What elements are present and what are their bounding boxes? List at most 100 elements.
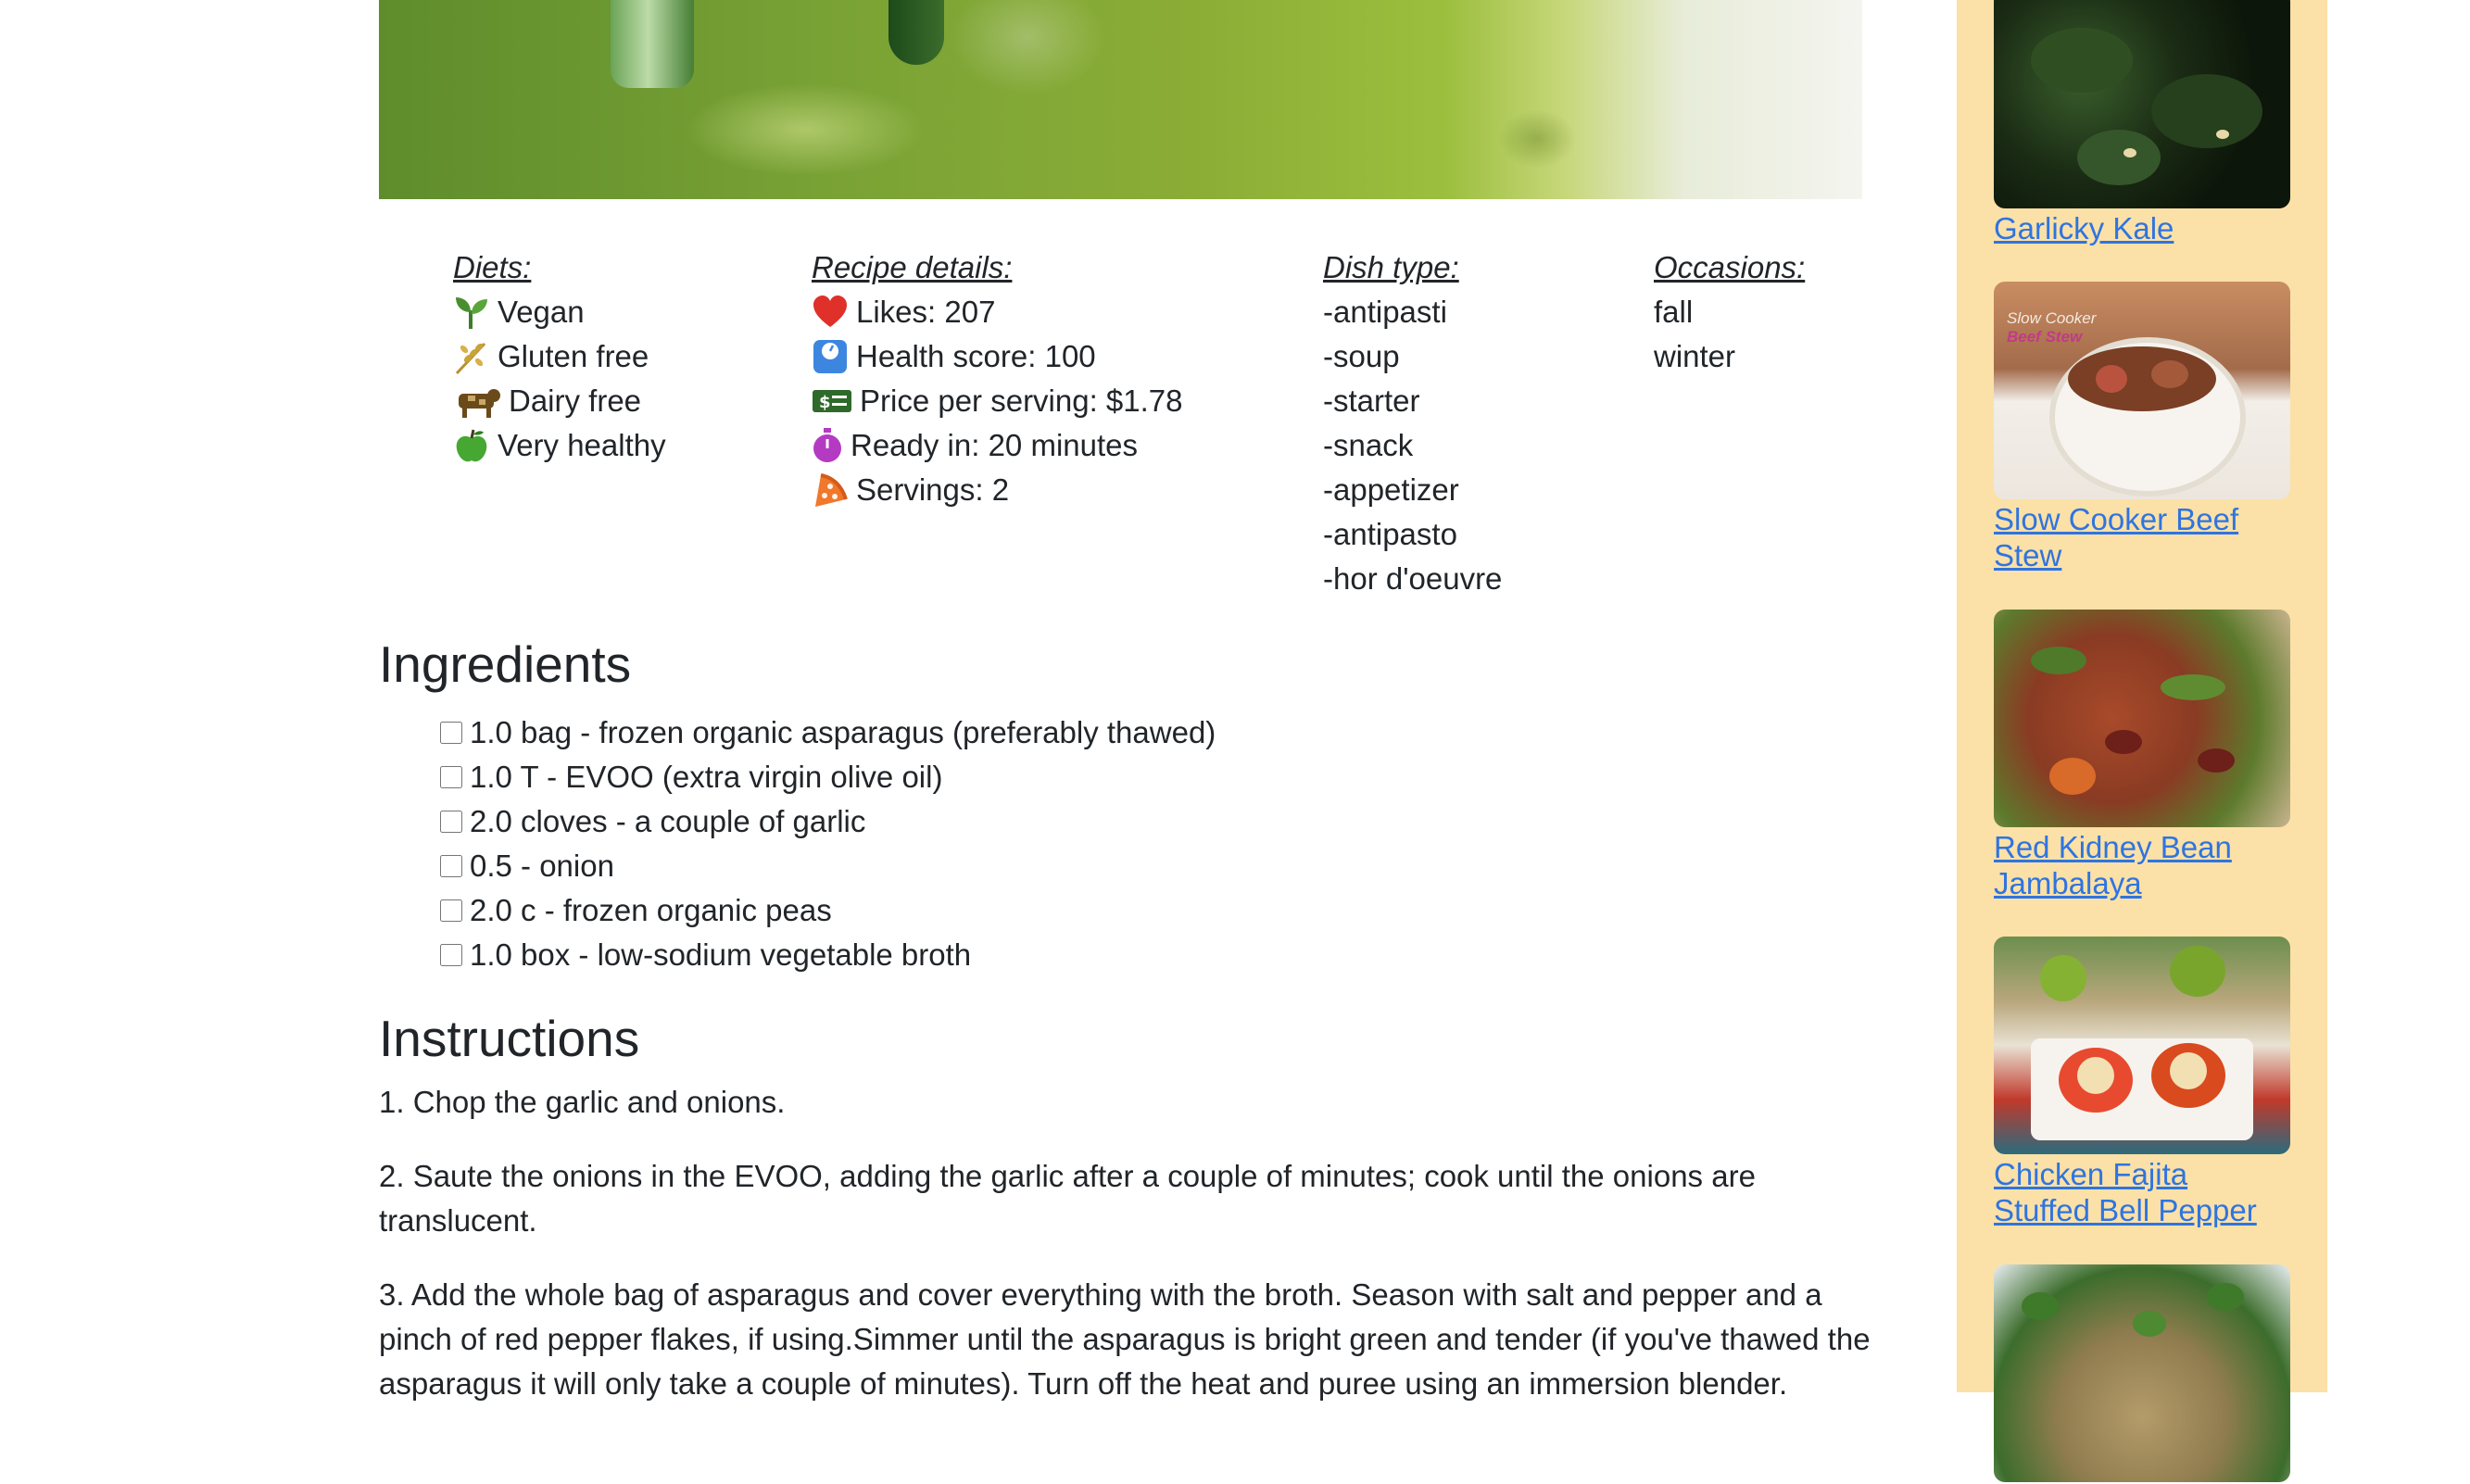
ingredient-label: 2.0 cloves - a couple of garlic (470, 804, 866, 838)
diet-very-healthy: Very healthy (453, 423, 666, 468)
detail-price: $ Price per serving: $1.78 (812, 379, 1183, 423)
detail-likes: Likes: 207 (812, 290, 1183, 334)
cheese (2077, 1057, 2114, 1094)
garlic-slice (2216, 130, 2229, 139)
ingredient-label: 0.5 - onion (470, 849, 614, 883)
thumbnail-caption: Slow Cooker Beef Stew (2007, 309, 2096, 346)
detail-label: Health score: 100 (856, 339, 1096, 373)
recipe-thumbnail[interactable] (1994, 1264, 2290, 1482)
kidney-bean (2105, 730, 2142, 754)
wheat-icon (453, 338, 490, 375)
ingredients-list: 1.0 bag - frozen organic asparagus (pref… (440, 711, 1216, 977)
seedling-icon (453, 294, 490, 331)
dish-type-item: -soup (1323, 339, 1400, 373)
detail-label: Servings: 2 (856, 472, 1010, 507)
heart-icon (812, 294, 849, 331)
scale-icon (812, 338, 849, 375)
kale-leaf (2077, 130, 2161, 185)
ingredient-item[interactable]: 2.0 c - frozen organic peas (440, 888, 1216, 933)
ingredient-item[interactable]: 1.0 box - low-sodium vegetable broth (440, 933, 1216, 977)
instruction-step: 2. Saute the onions in the EVOO, adding … (379, 1159, 1756, 1238)
related-recipe-card: Slow Cooker Beef Stew Slow Cooker Beef S… (1994, 282, 2290, 573)
detail-label: Price per serving: $1.78 (860, 384, 1183, 418)
ingredient-checkbox[interactable] (440, 811, 462, 833)
diet-label: Vegan (498, 295, 585, 329)
recipe-thumbnail[interactable]: Slow Cooker Beef Stew (1994, 282, 2290, 499)
ingredient-checkbox[interactable] (440, 766, 462, 788)
instructions-heading: Instructions (379, 1010, 640, 1067)
ingredient-label: 1.0 bag - frozen organic asparagus (pref… (470, 715, 1216, 749)
carrot (2049, 758, 2096, 795)
money-icon: $ (812, 383, 852, 420)
recipe-details-section: Recipe details: Likes: 207 Health score:… (812, 245, 1183, 512)
recipe-thumbnail[interactable] (1994, 937, 2290, 1154)
detail-servings: Servings: 2 (812, 468, 1183, 512)
potato (2096, 365, 2127, 393)
diet-dairy-free: Dairy free (453, 379, 666, 423)
dish-type-item: -appetizer (1323, 472, 1459, 507)
kidney-bean (2198, 748, 2235, 773)
ingredient-label: 1.0 box - low-sodium vegetable broth (470, 937, 972, 972)
related-recipes-sidebar: Garlicky Kale Slow Cooker Beef Stew Slow… (1957, 0, 2327, 1482)
diets-title: Diets: (453, 250, 532, 284)
svg-text:$: $ (819, 393, 831, 412)
thumbnail-caption-line: Slow Cooker (2007, 309, 2097, 327)
dish-type-item: -antipasto (1323, 517, 1457, 551)
related-recipe-card: Garlicky Kale (1994, 0, 2290, 246)
related-recipe-link[interactable]: Red Kidney Bean Jambalaya (1994, 829, 2290, 901)
recipe-thumbnail[interactable] (1994, 0, 2290, 208)
dish-type-section: Dish type: -antipasti -soup -starter -sn… (1323, 245, 1502, 601)
detail-ready-in: Ready in: 20 minutes (812, 423, 1183, 468)
kale-leaf (2031, 28, 2133, 93)
occasion-item: winter (1654, 339, 1736, 373)
ingredient-item[interactable]: 2.0 cloves - a couple of garlic (440, 799, 1216, 844)
cow-icon (453, 383, 501, 420)
thumbnail-caption-line: Beef Stew (2007, 328, 2083, 346)
diet-label: Dairy free (509, 384, 642, 418)
related-recipe-link[interactable]: Slow Cooker Beef Stew (1994, 501, 2290, 573)
ingredients-heading: Ingredients (379, 635, 632, 693)
dish-type-title: Dish type: (1323, 250, 1459, 284)
dish-type-item: -antipasti (1323, 295, 1447, 329)
stew (2068, 346, 2216, 411)
cheese (2170, 1052, 2207, 1089)
kale-leaf (2151, 74, 2262, 148)
pizza-slice-icon (812, 472, 849, 509)
green-bean (2161, 674, 2225, 700)
ingredient-checkbox[interactable] (440, 944, 462, 966)
recipe-details-title: Recipe details: (812, 250, 1013, 284)
related-recipe-card (1994, 1264, 2290, 1484)
recipe-thumbnail[interactable] (1994, 610, 2290, 827)
stopwatch-icon (812, 427, 843, 464)
lime (2170, 946, 2225, 997)
asparagus-garnish (611, 0, 694, 88)
pea (2133, 1311, 2166, 1337)
related-recipe-link[interactable]: Chicken Fajita Stuffed Bell Pepper (1994, 1156, 2290, 1228)
occasion-item: fall (1654, 295, 1694, 329)
occasions-title: Occasions: (1654, 250, 1806, 284)
diet-label: Very healthy (498, 428, 666, 462)
ingredient-item[interactable]: 1.0 T - EVOO (extra virgin olive oil) (440, 755, 1216, 799)
ingredient-checkbox[interactable] (440, 722, 462, 744)
dish-type-item: -snack (1323, 428, 1414, 462)
beef (2151, 360, 2188, 388)
lime (2040, 955, 2086, 1001)
ingredient-checkbox[interactable] (440, 899, 462, 922)
instructions-list: 1. Chop the garlic and onions. 2. Saute … (379, 1080, 1880, 1436)
ingredient-checkbox[interactable] (440, 855, 462, 877)
occasions-section: Occasions: fall winter (1654, 245, 1805, 379)
pea (2207, 1283, 2244, 1311)
asparagus-garnish-dark (888, 0, 944, 65)
pea (2022, 1292, 2059, 1320)
diet-vegan: Vegan (453, 290, 666, 334)
related-recipe-link[interactable]: Garlicky Kale (1994, 210, 2290, 246)
related-recipe-card: Red Kidney Bean Jambalaya (1994, 610, 2290, 901)
soup-foam (685, 83, 926, 176)
ingredient-item[interactable]: 1.0 bag - frozen organic asparagus (pref… (440, 711, 1216, 755)
green-bean (2031, 647, 2086, 674)
dish-type-item: -hor d'oeuvre (1323, 561, 1503, 596)
diet-label: Gluten free (498, 339, 649, 373)
instruction-step: 3. Add the whole bag of asparagus and co… (379, 1277, 1871, 1401)
related-recipe-card: Chicken Fajita Stuffed Bell Pepper (1994, 937, 2290, 1228)
ingredient-item[interactable]: 0.5 - onion (440, 844, 1216, 888)
